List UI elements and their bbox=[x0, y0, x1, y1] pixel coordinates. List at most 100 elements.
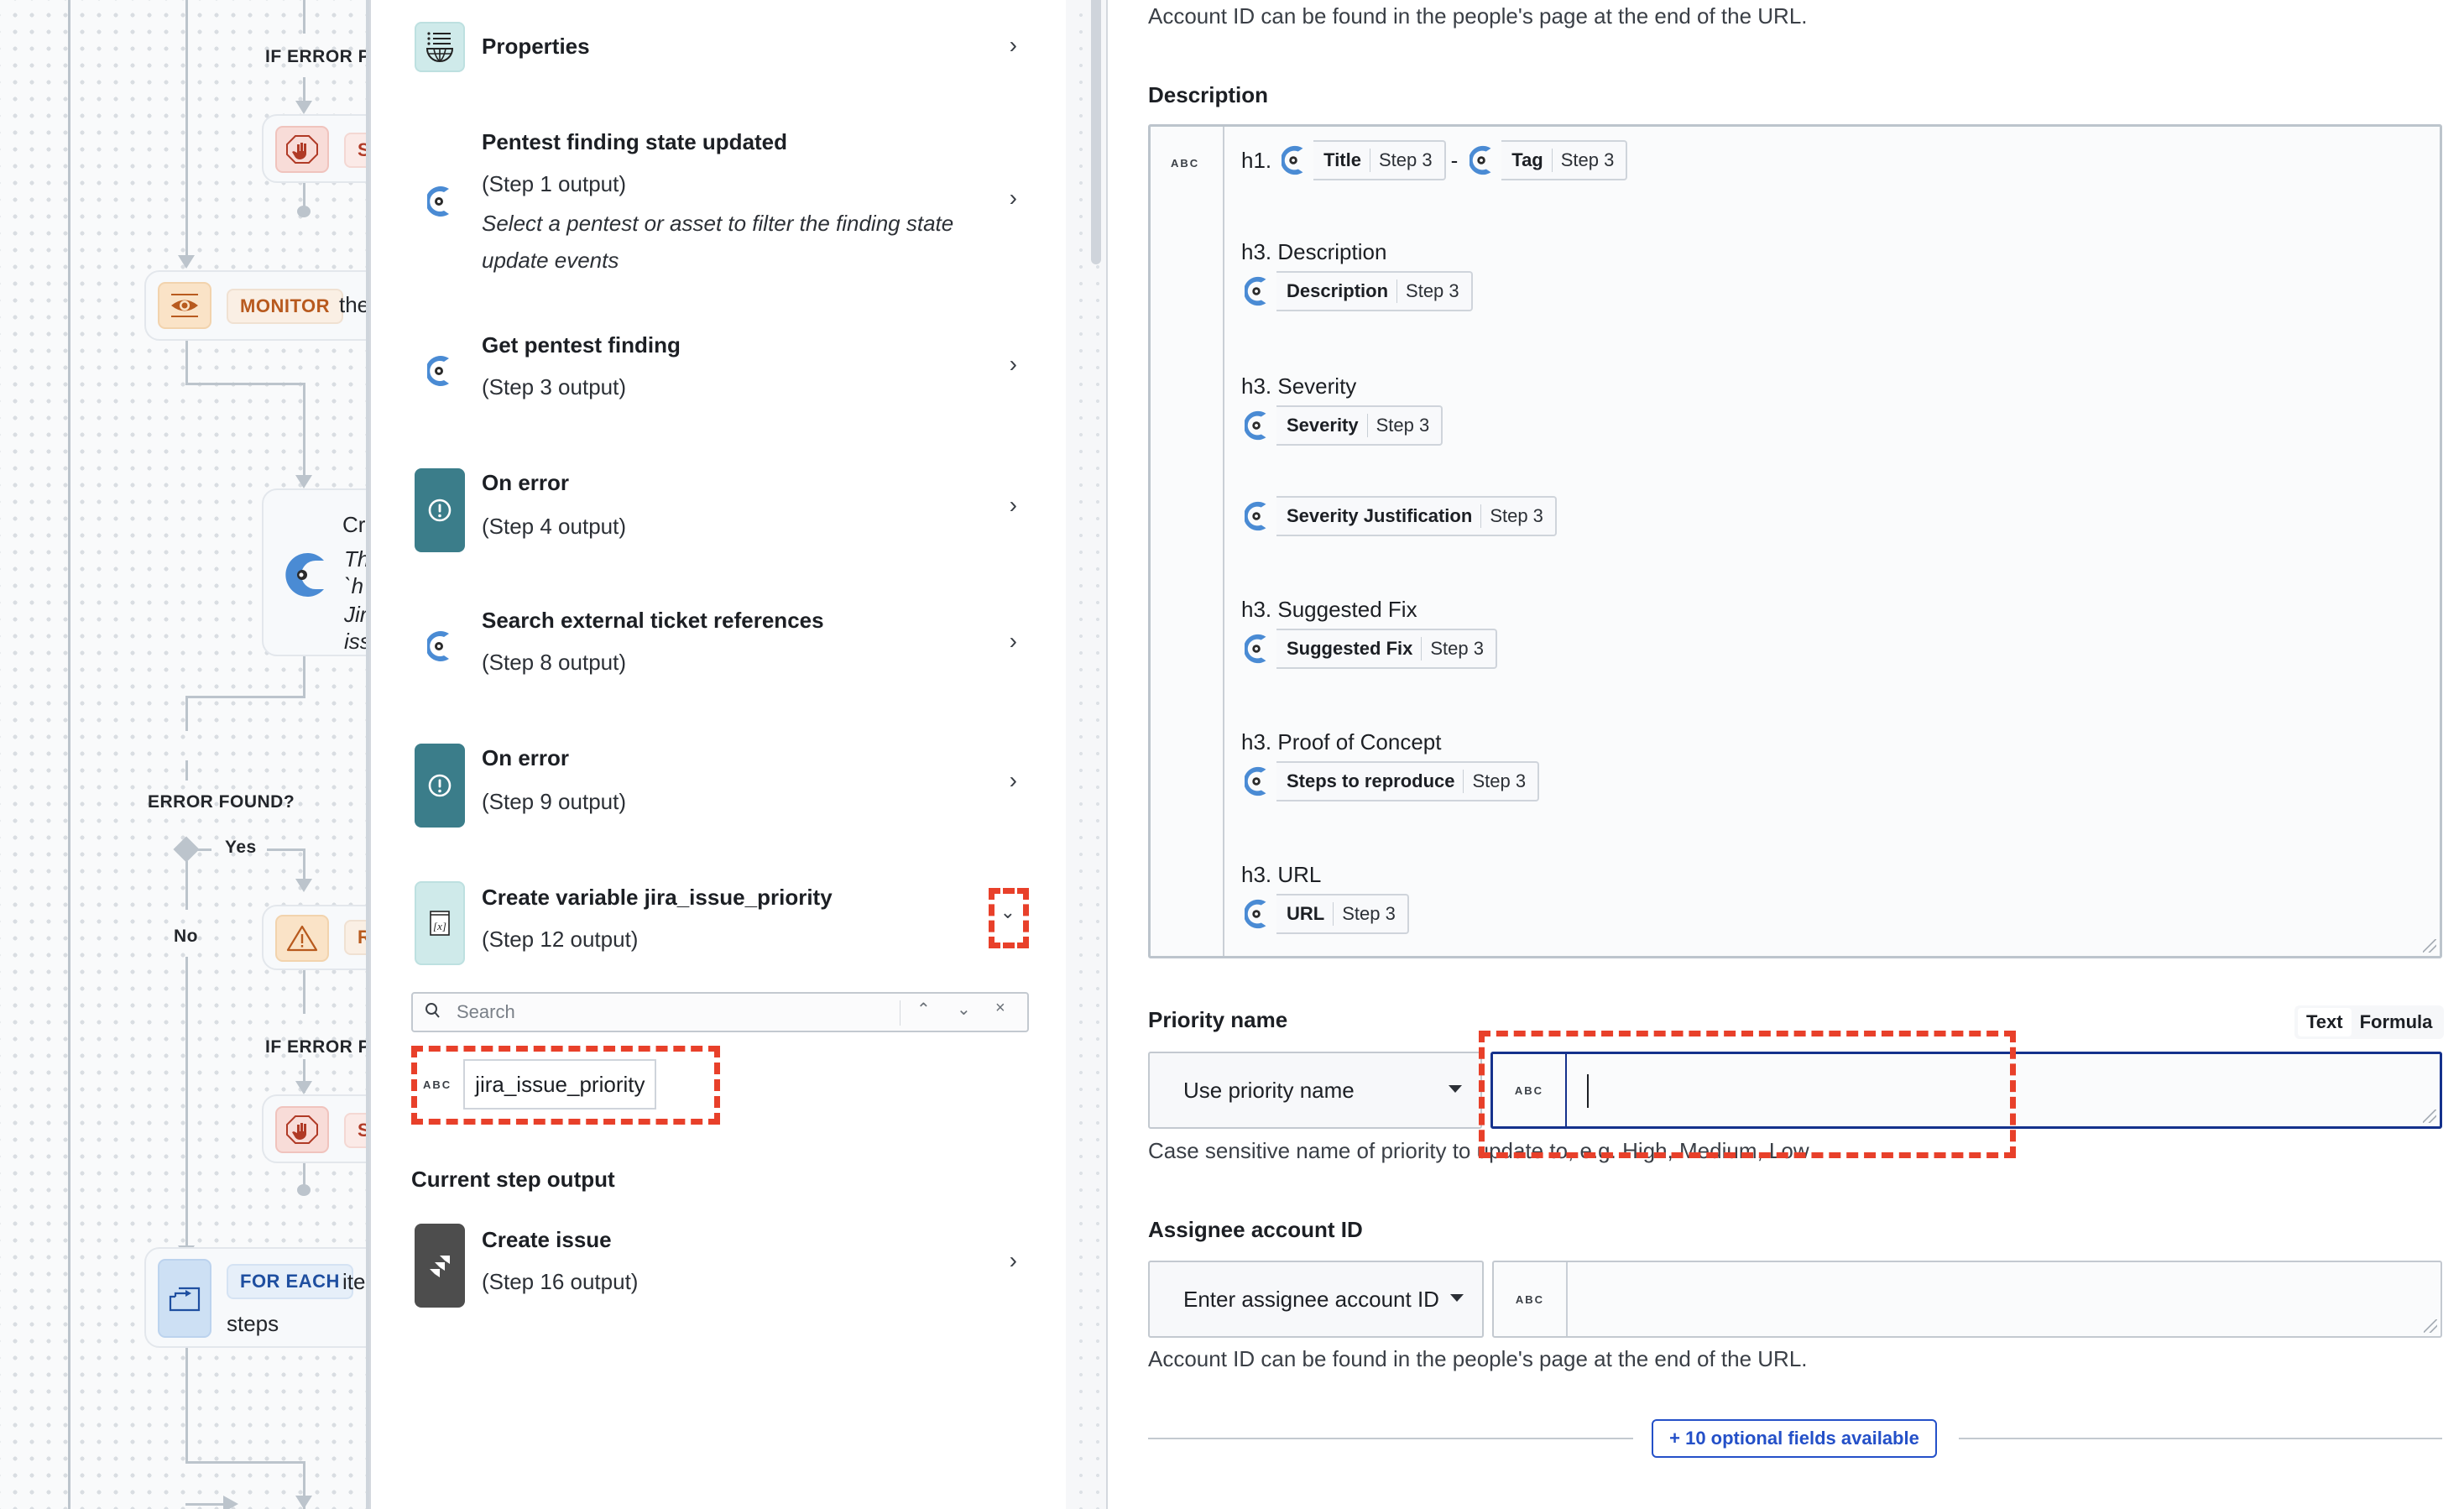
stop-node[interactable]: ST bbox=[262, 114, 369, 183]
data-pill[interactable]: Severity Step 3 bbox=[1238, 405, 1443, 446]
assignee-label: Assignee account ID bbox=[1148, 1217, 1363, 1242]
data-pill[interactable]: Tag Step 3 bbox=[1463, 140, 1628, 180]
step-item-pentest-finding-state-updated[interactable]: Pentest finding state updated (Step 1 ou… bbox=[415, 126, 1036, 285]
connector bbox=[185, 760, 188, 781]
yes-label: Yes bbox=[225, 838, 257, 857]
search-clear-button[interactable]: × bbox=[995, 999, 1005, 1018]
stop-hand-icon bbox=[275, 126, 329, 173]
search-prev-button[interactable]: ⌃ bbox=[916, 999, 931, 1020]
variable-chip-jira-issue-priority[interactable]: jira_issue_priority bbox=[463, 1059, 657, 1110]
chevron-down-icon[interactable]: ⌄ bbox=[1000, 901, 1015, 923]
scrollbar-thumb[interactable] bbox=[1091, 0, 1101, 264]
chevron-right-icon[interactable]: › bbox=[1010, 185, 1017, 211]
cobalt-logo-icon bbox=[1238, 271, 1276, 311]
workflow-canvas[interactable]: IF ERROR PE ST MONITOR the Cre Th `h Jir… bbox=[0, 0, 369, 1509]
connector bbox=[185, 0, 188, 260]
cobalt-logo-icon bbox=[1238, 629, 1276, 669]
description-input[interactable]: ABC h1. Title Step 3 - Tag Step 3 h3. Desc… bbox=[1148, 124, 2442, 958]
connector-arrow bbox=[295, 879, 312, 892]
pill-step: Step 3 bbox=[1430, 638, 1484, 659]
type-badge: ABC bbox=[1171, 157, 1200, 170]
stop-hand-icon bbox=[275, 1106, 329, 1153]
input-mode-toggle: Text Formula bbox=[2294, 1005, 2445, 1039]
cobalt-logo-icon bbox=[415, 352, 465, 389]
connector bbox=[303, 970, 305, 1014]
divider-right bbox=[1959, 1438, 2442, 1439]
step-item-create-issue[interactable]: Create issue (Step 16 output) › bbox=[415, 1224, 1036, 1308]
desc-h1-line: h1. Title Step 3 - Tag Step 3 bbox=[1241, 140, 1628, 180]
cobalt-logo-icon bbox=[1463, 140, 1501, 180]
connector bbox=[303, 383, 305, 482]
optional-fields-button[interactable]: + 10 optional fields available bbox=[1652, 1419, 1937, 1458]
resize-handle[interactable] bbox=[2424, 1319, 2437, 1333]
step-description: Select a pentest or asset to filter the … bbox=[482, 211, 954, 273]
step-sub: (Step 8 output) bbox=[482, 650, 626, 675]
if-error-label: IF ERROR PE bbox=[265, 1037, 369, 1057]
connector bbox=[303, 656, 305, 698]
pill-name: URL bbox=[1287, 903, 1325, 924]
step-item-create-variable-jira-issue-priority[interactable]: [x] Create variable jira_issue_priority … bbox=[415, 881, 1036, 965]
pill-name: Severity Justification bbox=[1287, 505, 1473, 526]
pill-name: Suggested Fix bbox=[1287, 638, 1413, 659]
step-item-get-pentest-finding[interactable]: Get pentest finding (Step 3 output) › bbox=[415, 332, 1036, 413]
chevron-right-icon[interactable]: › bbox=[1010, 492, 1017, 519]
step-item-properties[interactable]: Properties › bbox=[415, 22, 1036, 72]
chevron-right-icon[interactable]: › bbox=[1010, 32, 1017, 59]
step-sub: (Step 3 output) bbox=[482, 374, 626, 399]
chevron-right-icon[interactable]: › bbox=[1010, 351, 1017, 378]
search-input[interactable] bbox=[457, 999, 876, 1026]
cobalt-logo-icon bbox=[1238, 405, 1276, 446]
output-search[interactable]: ⌃ ⌄ × bbox=[411, 992, 1029, 1032]
assignee-mode-value: Enter assignee account ID bbox=[1183, 1286, 1439, 1312]
data-pill[interactable]: Description Step 3 bbox=[1238, 271, 1473, 311]
mode-text-option[interactable]: Text bbox=[2298, 1008, 2352, 1036]
step-item-on-error-9[interactable]: On error (Step 9 output) › bbox=[415, 744, 1036, 828]
cobalt-logo-icon bbox=[1238, 496, 1276, 536]
data-pill[interactable]: Severity Justification Step 3 bbox=[1238, 496, 1557, 536]
stop-node[interactable]: ST bbox=[262, 1094, 369, 1163]
raise-warning-node[interactable]: RI bbox=[262, 905, 369, 970]
jira-logo-icon bbox=[415, 1224, 465, 1308]
monitor-badge: MONITOR bbox=[227, 289, 343, 324]
assignee-account-id-input[interactable]: ABC bbox=[1492, 1261, 2442, 1338]
caret-down-icon bbox=[1449, 1085, 1462, 1093]
monitor-node[interactable]: MONITOR the bbox=[144, 270, 369, 341]
h1-prefix: h1. bbox=[1241, 147, 1272, 173]
resize-handle[interactable] bbox=[2423, 1110, 2436, 1123]
search-next-button[interactable]: ⌄ bbox=[957, 999, 971, 1020]
chevron-right-icon[interactable]: › bbox=[1010, 628, 1017, 655]
for-each-node[interactable]: FOR EACH ite steps bbox=[144, 1247, 369, 1348]
chevron-right-icon[interactable]: › bbox=[1010, 767, 1017, 794]
section-pill-line: Severity Justification Step 3 bbox=[1238, 496, 1557, 536]
data-pill[interactable]: URL Step 3 bbox=[1238, 894, 1409, 934]
mode-formula-option[interactable]: Formula bbox=[2352, 1008, 2441, 1036]
type-gutter: ABC bbox=[1494, 1262, 1568, 1336]
monitor-eye-icon bbox=[158, 282, 211, 329]
cobalt-logo-icon bbox=[1238, 894, 1276, 934]
assignee-helper: Account ID can be found in the people's … bbox=[1148, 1346, 1808, 1371]
step-item-on-error-4[interactable]: On error (Step 4 output) › bbox=[415, 468, 1036, 552]
data-pill[interactable]: Title Step 3 bbox=[1275, 140, 1446, 180]
step-title: Create variable jira_issue_priority bbox=[482, 885, 833, 910]
data-pill[interactable]: Suggested Fix Step 3 bbox=[1238, 629, 1497, 669]
dash-separator: - bbox=[1450, 147, 1459, 173]
panel-divider bbox=[1106, 0, 1108, 1509]
search-icon bbox=[425, 1002, 441, 1025]
type-badge: ABC bbox=[1515, 1292, 1545, 1306]
priority-mode-select[interactable]: Use priority name bbox=[1148, 1052, 1482, 1129]
assignee-mode-select[interactable]: Enter assignee account ID bbox=[1148, 1261, 1484, 1338]
cobalt-logo-icon bbox=[1275, 140, 1313, 180]
resize-handle[interactable] bbox=[2423, 939, 2436, 953]
data-pill[interactable]: Steps to reproduce Step 3 bbox=[1238, 761, 1540, 801]
connector bbox=[185, 341, 188, 383]
connector-arrow bbox=[295, 475, 312, 488]
priority-name-input[interactable]: ABC bbox=[1490, 1052, 2442, 1129]
chevron-right-icon[interactable]: › bbox=[1010, 1247, 1017, 1274]
type-badge: ABC bbox=[423, 1078, 452, 1091]
create-finding-node[interactable]: Cre Th `h Jir iss bbox=[262, 488, 369, 656]
step-item-search-external-ticket-references[interactable]: Search external ticket references (Step … bbox=[415, 606, 1036, 687]
step-title: Pentest finding state updated bbox=[482, 129, 788, 154]
variable-row[interactable]: ABC jira_issue_priority bbox=[423, 1059, 657, 1110]
for-each-badge: FOR EACH bbox=[227, 1264, 353, 1299]
for-each-text: ite bbox=[342, 1269, 366, 1294]
